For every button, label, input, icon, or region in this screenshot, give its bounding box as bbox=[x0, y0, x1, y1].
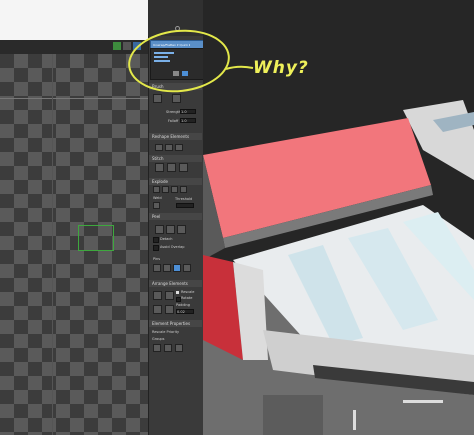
reshape-button[interactable] bbox=[175, 144, 183, 151]
uv-grid-line bbox=[0, 98, 148, 99]
brush-falloff-label: Falloff bbox=[168, 119, 179, 123]
rollout-stitch[interactable]: Stitch bbox=[149, 155, 202, 162]
explode-button[interactable] bbox=[180, 186, 187, 193]
annotation-arrow bbox=[225, 65, 254, 70]
pins-label: Pins bbox=[153, 257, 161, 261]
explode-button[interactable] bbox=[153, 186, 160, 193]
group-button[interactable] bbox=[175, 344, 183, 352]
rollout-reshape-elements[interactable]: Reshape Elements bbox=[149, 133, 202, 140]
explode-button[interactable] bbox=[171, 186, 178, 193]
uv-selection-box bbox=[78, 225, 114, 251]
arrange-button[interactable] bbox=[165, 291, 174, 300]
brush-strength-field[interactable]: 1.0 bbox=[180, 109, 196, 114]
groups-label: Groups bbox=[152, 337, 165, 341]
pin-button[interactable] bbox=[153, 264, 161, 272]
pin-button[interactable] bbox=[183, 264, 191, 272]
stitch-button[interactable] bbox=[155, 163, 164, 172]
reshape-button[interactable] bbox=[165, 144, 173, 151]
peel-button[interactable] bbox=[177, 225, 186, 234]
rollout-arrange-elements[interactable]: Arrange Elements bbox=[149, 280, 202, 287]
uv-tool-icon[interactable] bbox=[113, 42, 121, 50]
peel-button[interactable] bbox=[155, 225, 164, 234]
explode-threshold-field[interactable] bbox=[176, 203, 194, 208]
explode-threshold-label: Threshold bbox=[175, 197, 193, 201]
pin-button-active[interactable] bbox=[173, 264, 181, 272]
padding-label: Padding bbox=[176, 303, 190, 307]
uv-editor-menubar bbox=[0, 0, 148, 41]
rescale-checkbox[interactable] bbox=[176, 291, 179, 294]
pin-button[interactable] bbox=[163, 264, 171, 272]
avoid-overlap-label: Avoid Overlap bbox=[160, 245, 185, 249]
arrange-button[interactable] bbox=[153, 305, 162, 314]
pavement bbox=[263, 395, 323, 435]
uv-tool-icon[interactable] bbox=[123, 42, 131, 50]
uv-checker-texture[interactable] bbox=[0, 54, 148, 435]
annotation-text: Why? bbox=[253, 58, 309, 78]
brush-strength-label: Strength bbox=[166, 110, 182, 114]
explode-weld-label: Weld bbox=[153, 196, 162, 200]
stitch-button[interactable] bbox=[167, 163, 176, 172]
brush-falloff-field[interactable]: 1.0 bbox=[180, 118, 196, 123]
arrange-button[interactable] bbox=[153, 291, 162, 300]
arrange-button[interactable] bbox=[165, 305, 174, 314]
detach-checkbox[interactable] bbox=[153, 237, 159, 243]
uv-grid-line bbox=[52, 54, 53, 435]
rollout-element-properties[interactable]: Element Properties bbox=[149, 320, 202, 327]
padding-field[interactable]: 0.02 bbox=[176, 309, 194, 314]
weld-button[interactable] bbox=[153, 202, 160, 209]
rescale-priority-label: Rescale Priority bbox=[152, 330, 180, 334]
avoid-overlap-checkbox[interactable] bbox=[153, 245, 159, 251]
detach-label: Detach bbox=[160, 237, 173, 241]
uv-editor-viewport[interactable] bbox=[0, 0, 148, 435]
group-button[interactable] bbox=[164, 344, 172, 352]
prop bbox=[353, 410, 356, 430]
rescale-label: Rescale bbox=[181, 290, 195, 294]
prop bbox=[403, 400, 443, 403]
brush-icon[interactable] bbox=[153, 94, 162, 103]
explode-button[interactable] bbox=[162, 186, 169, 193]
rollout-peel[interactable]: Peel bbox=[149, 213, 202, 220]
brush-relax-icon[interactable] bbox=[172, 94, 181, 103]
rollout-explode[interactable]: Explode bbox=[149, 178, 202, 185]
peel-button[interactable] bbox=[166, 225, 175, 234]
stitch-button[interactable] bbox=[179, 163, 188, 172]
reshape-button[interactable] bbox=[155, 144, 163, 151]
group-button[interactable] bbox=[153, 344, 161, 352]
rotate-label: Rotate bbox=[181, 296, 193, 300]
